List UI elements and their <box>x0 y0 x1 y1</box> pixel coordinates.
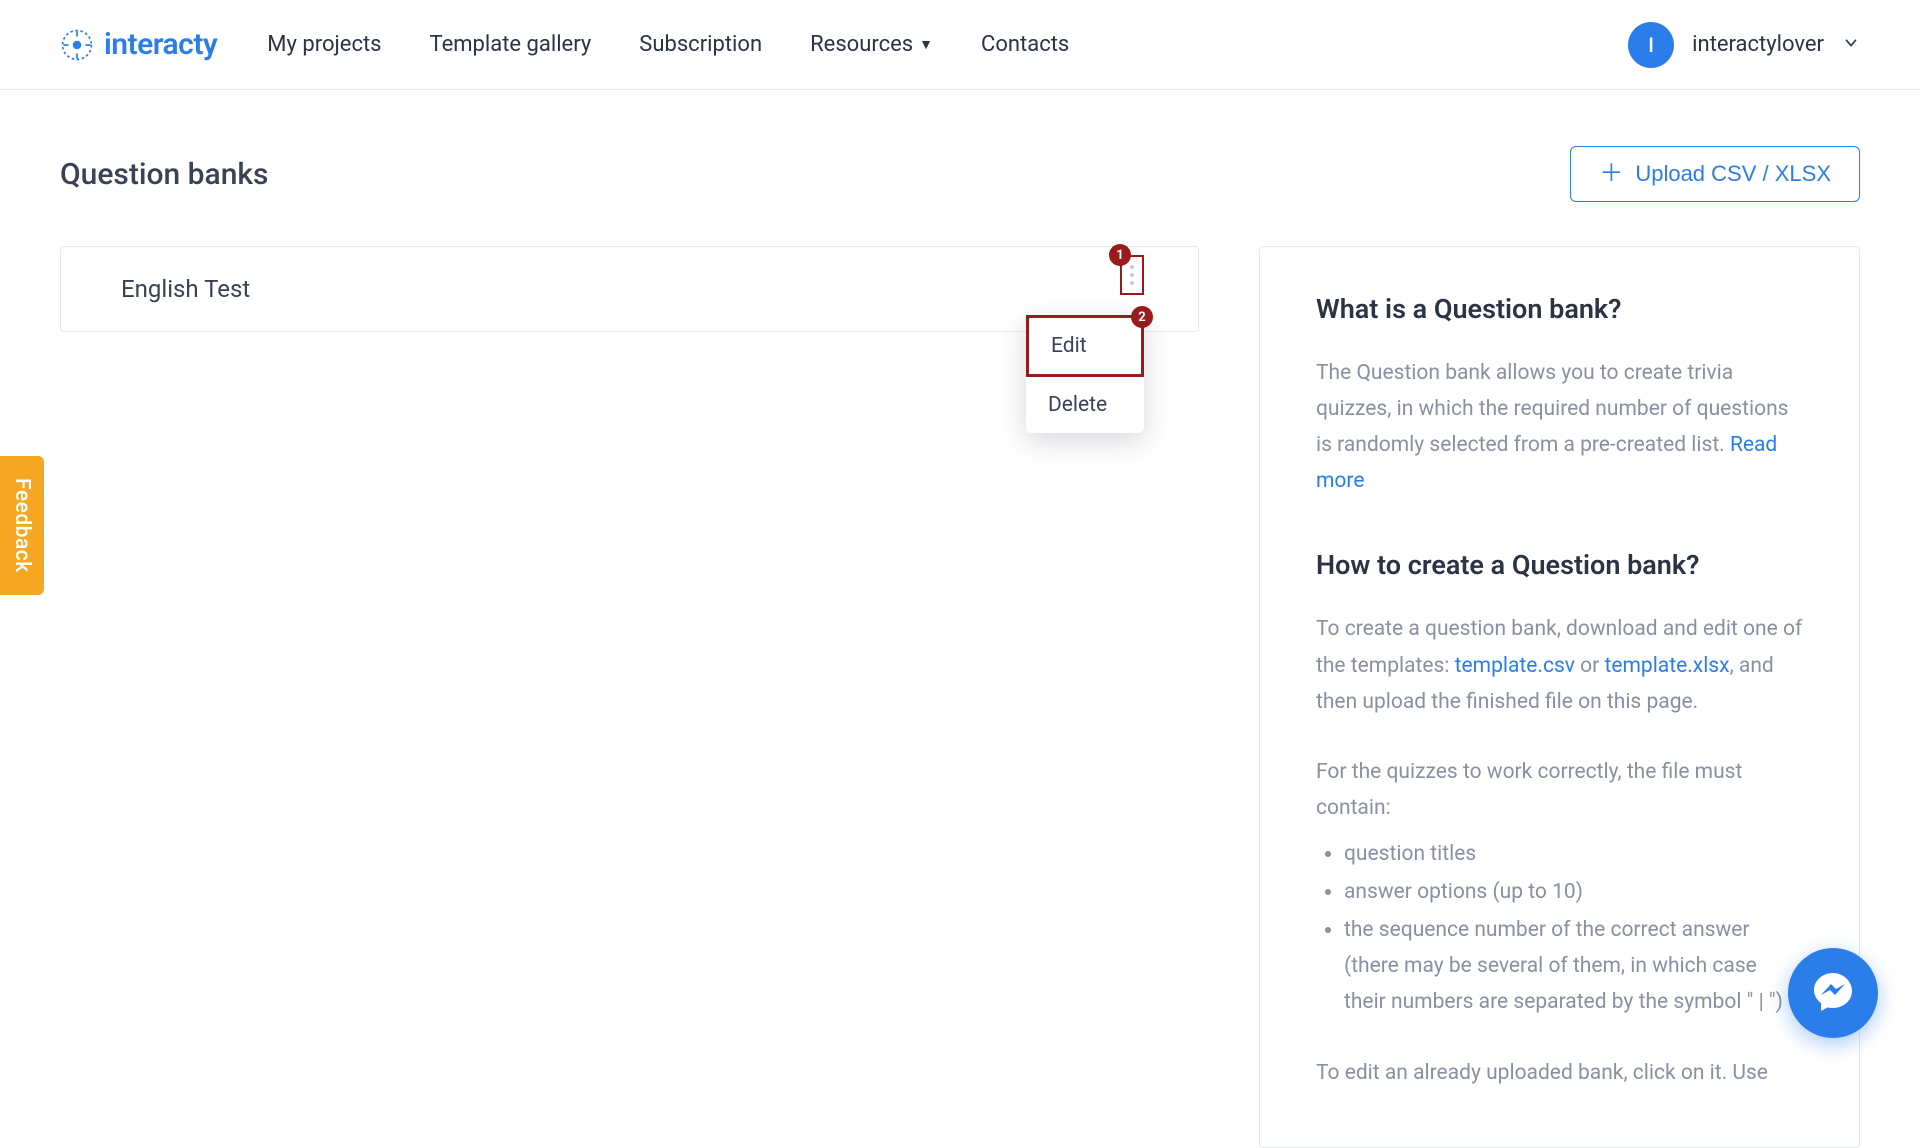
chat-button[interactable] <box>1788 948 1878 1038</box>
logo-text: interacty <box>104 27 217 62</box>
logo-icon <box>60 28 94 62</box>
feedback-tab[interactable]: Feedback <box>0 456 44 595</box>
info-heading-what: What is a Question bank? <box>1316 293 1803 325</box>
caret-down-icon: ▼ <box>919 36 933 53</box>
nav-template-gallery[interactable]: Template gallery <box>430 32 592 57</box>
upload-csv-label: Upload CSV / XLSX <box>1635 161 1831 187</box>
page-title: Question banks <box>60 157 269 192</box>
list-item: question titles <box>1344 836 1803 872</box>
avatar: I <box>1628 22 1674 68</box>
info-paragraph: The Question bank allows you to create t… <box>1316 355 1803 499</box>
info-paragraph: To edit an already uploaded bank, click … <box>1316 1055 1803 1091</box>
template-xlsx-link[interactable]: template.xlsx <box>1604 654 1729 678</box>
nav-subscription[interactable]: Subscription <box>639 32 762 57</box>
annotation-badge-2: 2 <box>1131 306 1153 328</box>
info-paragraph: For the quizzes to work correctly, the f… <box>1316 754 1803 826</box>
kebab-menu-button[interactable]: 1 <box>1120 255 1144 295</box>
nav-my-projects[interactable]: My projects <box>267 32 381 57</box>
bank-name: English Test <box>121 275 1138 303</box>
user-menu[interactable]: I interactylover <box>1628 22 1860 68</box>
bank-actions-dropdown: 2 Edit Delete <box>1026 315 1144 433</box>
nav-resources[interactable]: Resources ▼ <box>810 32 933 57</box>
chevron-down-icon <box>1842 34 1860 56</box>
upload-csv-button[interactable]: ＋ Upload CSV / XLSX <box>1570 146 1860 202</box>
menu-delete[interactable]: Delete <box>1026 377 1144 433</box>
messenger-icon <box>1809 967 1857 1019</box>
logo[interactable]: interacty <box>60 27 217 62</box>
annotation-badge-1: 1 <box>1109 244 1131 266</box>
info-panel: What is a Question bank? The Question ba… <box>1259 246 1860 1148</box>
template-csv-link[interactable]: template.csv <box>1455 654 1575 678</box>
list-item: answer options (up to 10) <box>1344 874 1803 910</box>
info-heading-how: How to create a Question bank? <box>1316 549 1803 581</box>
info-requirements-list: question titles answer options (up to 10… <box>1344 836 1803 1021</box>
dot-icon <box>1130 273 1134 277</box>
nav-contacts[interactable]: Contacts <box>981 32 1069 57</box>
question-bank-card[interactable]: English Test 1 2 Edit <box>60 246 1199 332</box>
info-paragraph: To create a question bank, download and … <box>1316 611 1803 719</box>
plus-icon: ＋ <box>1599 162 1623 186</box>
username: interactylover <box>1692 32 1824 57</box>
menu-edit[interactable]: 2 Edit <box>1026 315 1144 377</box>
list-item: the sequence number of the correct answe… <box>1344 912 1803 1020</box>
dot-icon <box>1130 281 1134 285</box>
dot-icon <box>1130 265 1134 269</box>
